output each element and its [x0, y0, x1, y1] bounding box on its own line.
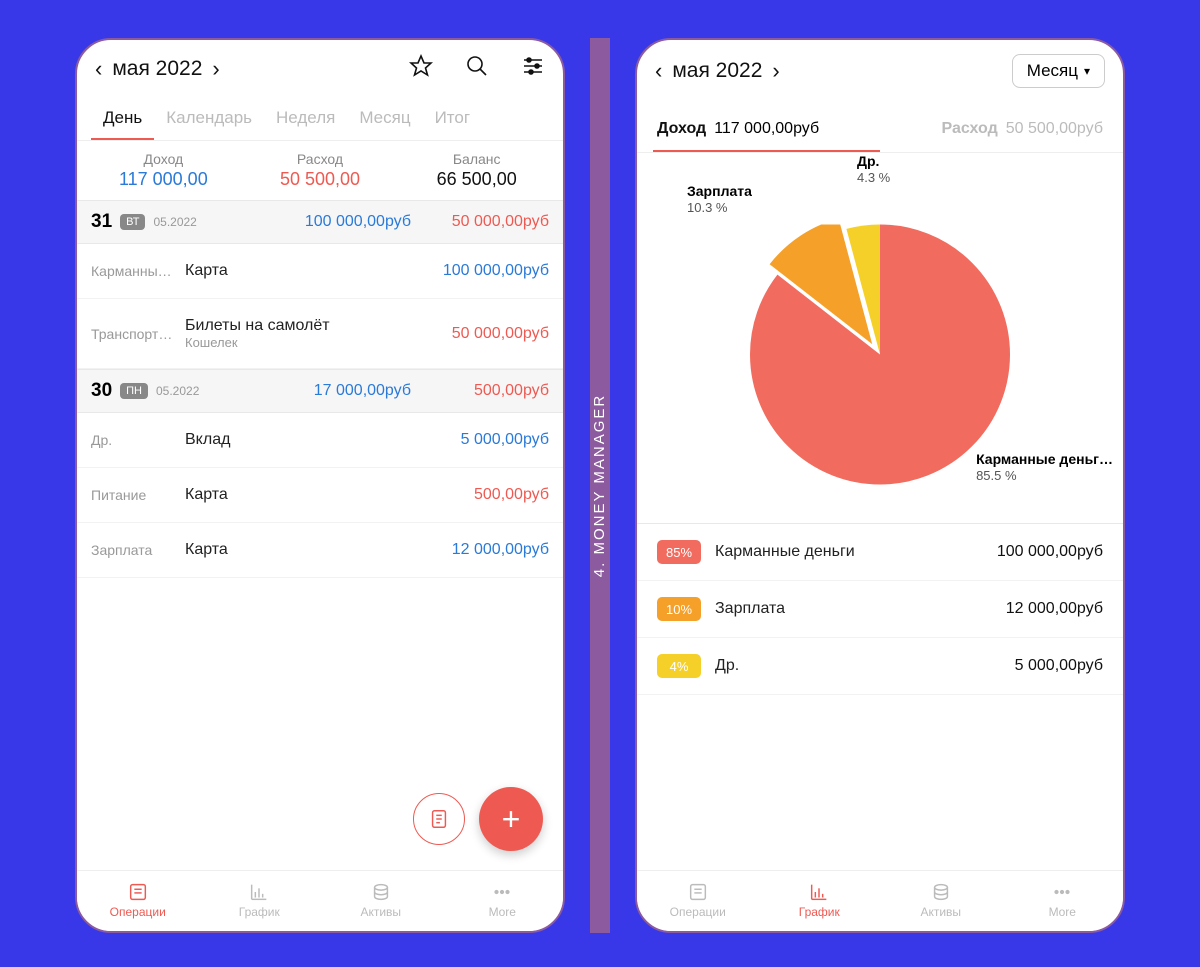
day-number: 30 [91, 380, 112, 402]
transaction-row[interactable]: Др. Вклад 5 000,00руб [77, 413, 563, 468]
view-tabs: День Календарь Неделя Месяц Итог [77, 98, 563, 141]
legend-list: 85% Карманные деньги 100 000,00руб10% За… [637, 523, 1123, 695]
summary-income-label: Доход [85, 151, 242, 167]
nav-more[interactable]: More [1002, 871, 1124, 931]
transaction-row[interactable]: Зарплата Карта 12 000,00руб [77, 523, 563, 578]
add-transaction-button[interactable]: + [479, 787, 543, 851]
tx-category: Зарплата [91, 542, 179, 558]
day-income: 100 000,00руб [205, 213, 421, 231]
tx-title: Билеты на самолёт [185, 317, 446, 335]
tx-amount: 100 000,00руб [443, 262, 549, 280]
spine-label: 4. MONEY MANAGER [592, 394, 609, 577]
legend-amount: 100 000,00руб [997, 543, 1103, 561]
summary-income-value: 117 000,00 [85, 169, 242, 190]
tx-amount: 12 000,00руб [452, 541, 549, 559]
tx-category: Питание [91, 487, 179, 503]
tx-category: Др. [91, 432, 179, 448]
transaction-row[interactable]: Транспортн… Билеты на самолётКошелек 50 … [77, 299, 563, 369]
filter-settings-icon[interactable] [521, 54, 545, 84]
summary-balance-value: 66 500,00 [398, 169, 555, 190]
nav-operations[interactable]: Операции [77, 871, 199, 931]
pie-label-salary: Зарплата10.3 % [687, 183, 752, 215]
pie-svg [750, 224, 1010, 484]
legend-row[interactable]: 4% Др. 5 000,00руб [637, 638, 1123, 695]
chevron-down-icon: ▾ [1084, 64, 1090, 78]
period-dropdown[interactable]: Месяц ▾ [1012, 54, 1105, 88]
day-of-week-badge: ПН [120, 383, 148, 399]
top-bar: ‹ мая 2022 › [77, 40, 563, 98]
day-date: 05.2022 [156, 384, 199, 398]
bottom-nav: Операции График Активы More [77, 870, 563, 931]
tab-total[interactable]: Итог [423, 98, 482, 140]
tx-title: Карта [185, 262, 437, 280]
bottom-nav: Операции График Активы More [637, 870, 1123, 931]
fab-row: + [413, 787, 543, 851]
nav-assets[interactable]: Активы [880, 871, 1002, 931]
tx-title: Вклад [185, 431, 455, 449]
phone-chart: ‹ мая 2022 › Месяц ▾ Доход 117 000,00руб… [635, 38, 1125, 933]
tab-calendar[interactable]: Календарь [154, 98, 264, 140]
tx-sub: Кошелек [185, 335, 446, 350]
tx-title: Карта [185, 486, 468, 504]
day-date: 05.2022 [153, 215, 196, 229]
transaction-row[interactable]: Питание Карта 500,00руб [77, 468, 563, 523]
search-icon[interactable] [465, 54, 489, 84]
tx-title: Карта [185, 541, 446, 559]
nav-chart[interactable]: График [199, 871, 321, 931]
day-income: 17 000,00руб [207, 382, 421, 400]
nav-more[interactable]: More [442, 871, 564, 931]
phone-operations: ‹ мая 2022 › День Календарь Неделя Месяц… [75, 38, 565, 933]
tx-amount: 5 000,00руб [461, 431, 549, 449]
tab-expense[interactable]: Расход 50 500,00руб [880, 108, 1107, 152]
tx-category: Карманные… [91, 263, 179, 279]
summary-expense-label: Расход [242, 151, 399, 167]
summary-balance-label: Баланс [398, 151, 555, 167]
income-expense-tabs: Доход 117 000,00руб Расход 50 500,00руб [637, 102, 1123, 153]
pie-label-other: Др.4.3 % [857, 153, 890, 185]
transaction-row[interactable]: Карманные… Карта 100 000,00руб [77, 244, 563, 299]
tx-amount: 50 000,00руб [452, 325, 549, 343]
legend-percent-badge: 4% [657, 654, 701, 678]
nav-assets[interactable]: Активы [320, 871, 442, 931]
legend-percent-badge: 10% [657, 597, 701, 621]
star-icon[interactable] [409, 54, 433, 84]
legend-percent-badge: 85% [657, 540, 701, 564]
summary-expense-value: 50 500,00 [242, 169, 399, 190]
nav-chart[interactable]: График [759, 871, 881, 931]
legend-name: Карманные деньги [715, 543, 983, 561]
day-of-week-badge: ВТ [120, 214, 145, 230]
nav-operations[interactable]: Операции [637, 871, 759, 931]
legend-amount: 5 000,00руб [1015, 657, 1103, 675]
prev-month-button[interactable]: ‹ [655, 58, 662, 84]
legend-name: Зарплата [715, 600, 992, 618]
pie-label-pocket: Карманные деньг…85.5 % [976, 451, 1113, 483]
day-header: 30 ПН 05.2022 17 000,00руб 500,00руб [77, 369, 563, 413]
day-expense: 50 000,00руб [429, 213, 549, 231]
tab-income[interactable]: Доход 117 000,00руб [653, 108, 880, 152]
tx-category: Транспортн… [91, 326, 179, 342]
day-expense: 500,00руб [429, 382, 549, 400]
day-number: 31 [91, 211, 112, 233]
tab-week[interactable]: Неделя [264, 98, 347, 140]
legend-row[interactable]: 10% Зарплата 12 000,00руб [637, 581, 1123, 638]
next-month-button[interactable]: › [212, 56, 219, 82]
pie-chart: Карманные деньг…85.5 % Зарплата10.3 % Др… [637, 153, 1123, 523]
summary-row: Доход 117 000,00 Расход 50 500,00 Баланс… [77, 141, 563, 200]
memo-button[interactable] [413, 793, 465, 845]
next-month-button[interactable]: › [772, 58, 779, 84]
month-title: мая 2022 [672, 59, 762, 83]
top-bar: ‹ мая 2022 › Месяц ▾ [637, 40, 1123, 102]
prev-month-button[interactable]: ‹ [95, 56, 102, 82]
tab-month[interactable]: Месяц [347, 98, 422, 140]
tx-amount: 500,00руб [474, 486, 549, 504]
tab-day[interactable]: День [91, 98, 154, 140]
legend-row[interactable]: 85% Карманные деньги 100 000,00руб [637, 524, 1123, 581]
legend-name: Др. [715, 657, 1001, 675]
day-header: 31 ВТ 05.2022 100 000,00руб 50 000,00руб [77, 200, 563, 244]
book-spine: 4. MONEY MANAGER [590, 38, 610, 933]
legend-amount: 12 000,00руб [1006, 600, 1103, 618]
month-title: мая 2022 [112, 57, 202, 81]
